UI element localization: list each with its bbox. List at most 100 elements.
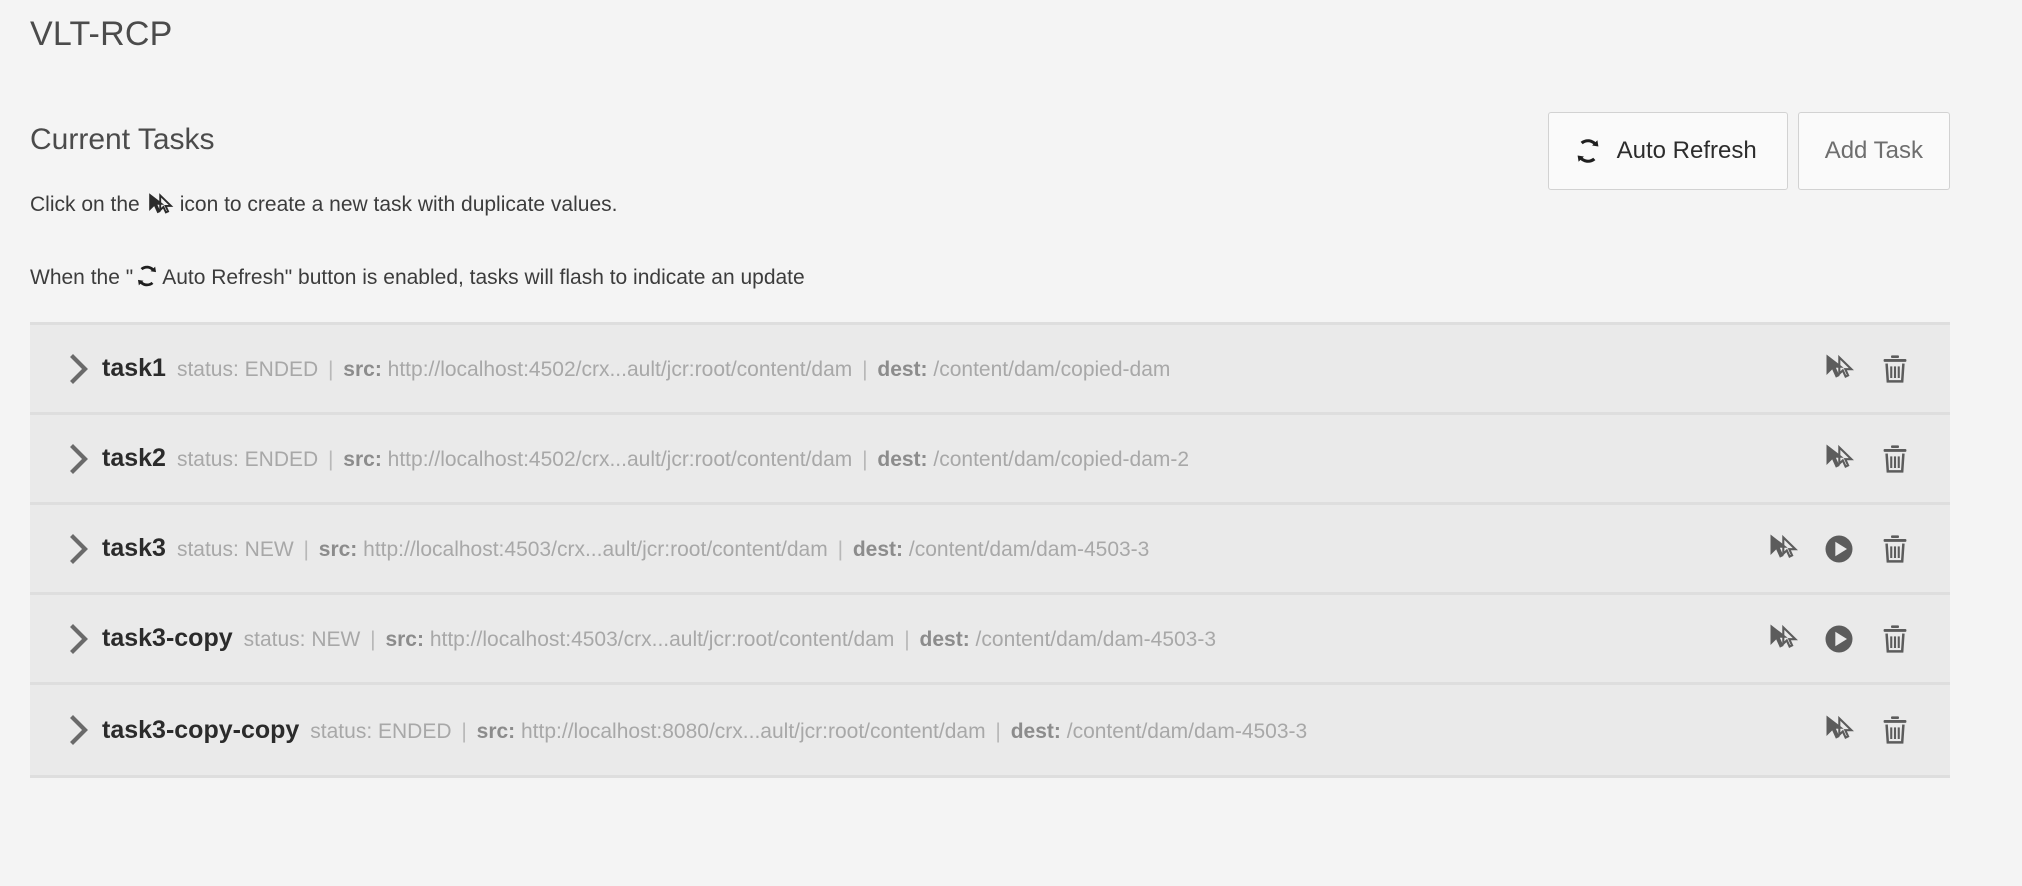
src-value: http://localhost:4502/crx...ault/jcr:roo… xyxy=(381,358,853,381)
status-key: status: xyxy=(176,448,245,471)
refresh-icon xyxy=(1573,136,1603,166)
src-value: http://localhost:8080/crx...ault/jcr:roo… xyxy=(515,719,986,743)
task-summary: task2 status: ENDED | src: http://localho… xyxy=(102,444,1822,473)
header-button-group: Auto Refresh Add Task xyxy=(1547,112,1950,190)
duplicate-cursor-icon xyxy=(146,192,176,218)
src-value: http://localhost:4503/crx...ault/jcr:roo… xyxy=(357,538,828,561)
status-key: status: xyxy=(243,628,312,651)
dest-key: dest: xyxy=(877,358,928,381)
trash-icon[interactable] xyxy=(1878,352,1912,386)
meta-separator: | xyxy=(322,448,340,471)
task-summary: task1 status: ENDED | src: http://localho… xyxy=(102,354,1822,383)
meta-separator: | xyxy=(989,719,1007,743)
help-line-1-after: icon to create a new task with duplicate… xyxy=(179,193,618,216)
meta-separator: | xyxy=(455,719,473,743)
auto-refresh-button[interactable]: Auto Refresh xyxy=(1547,112,1788,190)
src-key: src: xyxy=(476,719,516,743)
meta-separator: | xyxy=(856,358,874,381)
row-actions xyxy=(1766,532,1912,566)
chevron-right-icon[interactable] xyxy=(58,349,102,389)
src-key: src: xyxy=(343,358,382,381)
src-key: src: xyxy=(343,448,382,471)
duplicate-cursor-icon[interactable] xyxy=(1822,713,1856,747)
trash-icon[interactable] xyxy=(1878,622,1912,656)
meta-separator: | xyxy=(322,358,340,381)
src-value: http://localhost:4503/crx...ault/jcr:roo… xyxy=(423,628,895,651)
task-meta: status: ENDED | src: http://localhost:80… xyxy=(310,720,1307,744)
src-key: src: xyxy=(385,628,424,651)
duplicate-cursor-icon[interactable] xyxy=(1766,532,1800,566)
page-title: VLT-RCP xyxy=(30,15,173,53)
status-key: status: xyxy=(310,719,378,743)
play-icon[interactable] xyxy=(1822,622,1856,656)
task-row[interactable]: task3-copy-copy status: ENDED | src: http… xyxy=(30,685,1950,775)
src-value: http://localhost:4502/crx...ault/jcr:roo… xyxy=(381,448,853,471)
trash-icon[interactable] xyxy=(1878,442,1912,476)
meta-separator: | xyxy=(831,538,849,561)
chevron-right-icon[interactable] xyxy=(58,439,102,479)
status-value: NEW xyxy=(311,628,361,651)
help-line-duplicate: Click on the icon to create a new task w… xyxy=(30,192,617,218)
status-key: status: xyxy=(176,358,245,381)
dest-key: dest: xyxy=(852,538,904,561)
task-name: task3-copy-copy xyxy=(102,715,300,744)
row-actions xyxy=(1822,442,1912,476)
src-key: src: xyxy=(318,538,358,561)
dest-value: /content/dam/copied-dam-2 xyxy=(927,448,1190,471)
task-row[interactable]: task3-copy status: NEW | src: http://loca… xyxy=(30,595,1950,685)
help-line-auto-refresh: When the " Auto Refresh" button is enabl… xyxy=(30,265,805,291)
dest-value: /content/dam/copied-dam xyxy=(927,358,1171,381)
task-summary: task3-copy-copy status: ENDED | src: http… xyxy=(102,716,1822,745)
task-meta: status: NEW | src: http://localhost:4503… xyxy=(177,538,1149,562)
add-task-label: Add Task xyxy=(1824,137,1923,164)
task-meta: status: ENDED | src: http://localhost:45… xyxy=(177,448,1189,472)
status-value: ENDED xyxy=(244,358,319,381)
dest-value: /content/dam/dam-4503-3 xyxy=(903,538,1150,561)
status-value: ENDED xyxy=(244,448,319,471)
trash-icon[interactable] xyxy=(1878,532,1912,566)
task-list: task1 status: ENDED | src: http://localho… xyxy=(30,322,1950,778)
chevron-right-icon[interactable] xyxy=(58,619,102,659)
status-value: NEW xyxy=(244,538,294,561)
status-value: ENDED xyxy=(378,719,452,743)
task-summary: task3 status: NEW | src: http://localhost… xyxy=(102,534,1766,563)
task-name: task3-copy xyxy=(102,624,233,652)
play-icon[interactable] xyxy=(1822,532,1856,566)
add-task-button[interactable]: Add Task xyxy=(1797,112,1950,190)
chevron-right-icon[interactable] xyxy=(58,710,102,750)
meta-separator: | xyxy=(297,538,315,561)
dest-key: dest: xyxy=(877,448,928,471)
status-key: status: xyxy=(176,538,245,561)
task-name: task1 xyxy=(102,354,166,382)
meta-separator: | xyxy=(856,448,874,471)
duplicate-cursor-icon[interactable] xyxy=(1822,442,1856,476)
meta-separator: | xyxy=(364,628,382,651)
meta-separator: | xyxy=(898,628,916,651)
vlt-rcp-page: VLT-RCP Current Tasks Auto Refresh Add T… xyxy=(0,0,2022,886)
row-actions xyxy=(1766,622,1912,656)
task-row[interactable]: task1 status: ENDED | src: http://localho… xyxy=(30,325,1950,415)
task-summary: task3-copy status: NEW | src: http://loca… xyxy=(102,624,1766,653)
help-line-2-after: Auto Refresh" button is enabled, tasks w… xyxy=(162,266,805,289)
current-tasks-header: Current Tasks Auto Refresh Add Task xyxy=(30,112,1950,190)
auto-refresh-label: Auto Refresh xyxy=(1616,137,1757,164)
task-meta: status: NEW | src: http://localhost:4503… xyxy=(244,628,1216,652)
task-row[interactable]: task2 status: ENDED | src: http://localho… xyxy=(30,415,1950,505)
help-line-1-before: Click on the xyxy=(30,193,140,216)
duplicate-cursor-icon[interactable] xyxy=(1822,352,1856,386)
task-name: task2 xyxy=(102,444,166,472)
dest-value: /content/dam/dam-4503-3 xyxy=(969,628,1217,651)
task-name: task3 xyxy=(102,534,166,562)
duplicate-cursor-icon[interactable] xyxy=(1766,622,1800,656)
dest-key: dest: xyxy=(1010,719,1061,743)
row-actions xyxy=(1822,352,1912,386)
task-row[interactable]: task3 status: NEW | src: http://localhost… xyxy=(30,505,1950,595)
row-actions xyxy=(1822,713,1912,747)
task-meta: status: ENDED | src: http://localhost:45… xyxy=(177,358,1170,382)
dest-value: /content/dam/dam-4503-3 xyxy=(1060,719,1308,743)
dest-key: dest: xyxy=(919,628,970,651)
trash-icon[interactable] xyxy=(1878,713,1912,747)
chevron-right-icon[interactable] xyxy=(58,529,102,569)
help-line-2-before: When the " xyxy=(30,266,134,289)
refresh-icon xyxy=(134,263,160,289)
